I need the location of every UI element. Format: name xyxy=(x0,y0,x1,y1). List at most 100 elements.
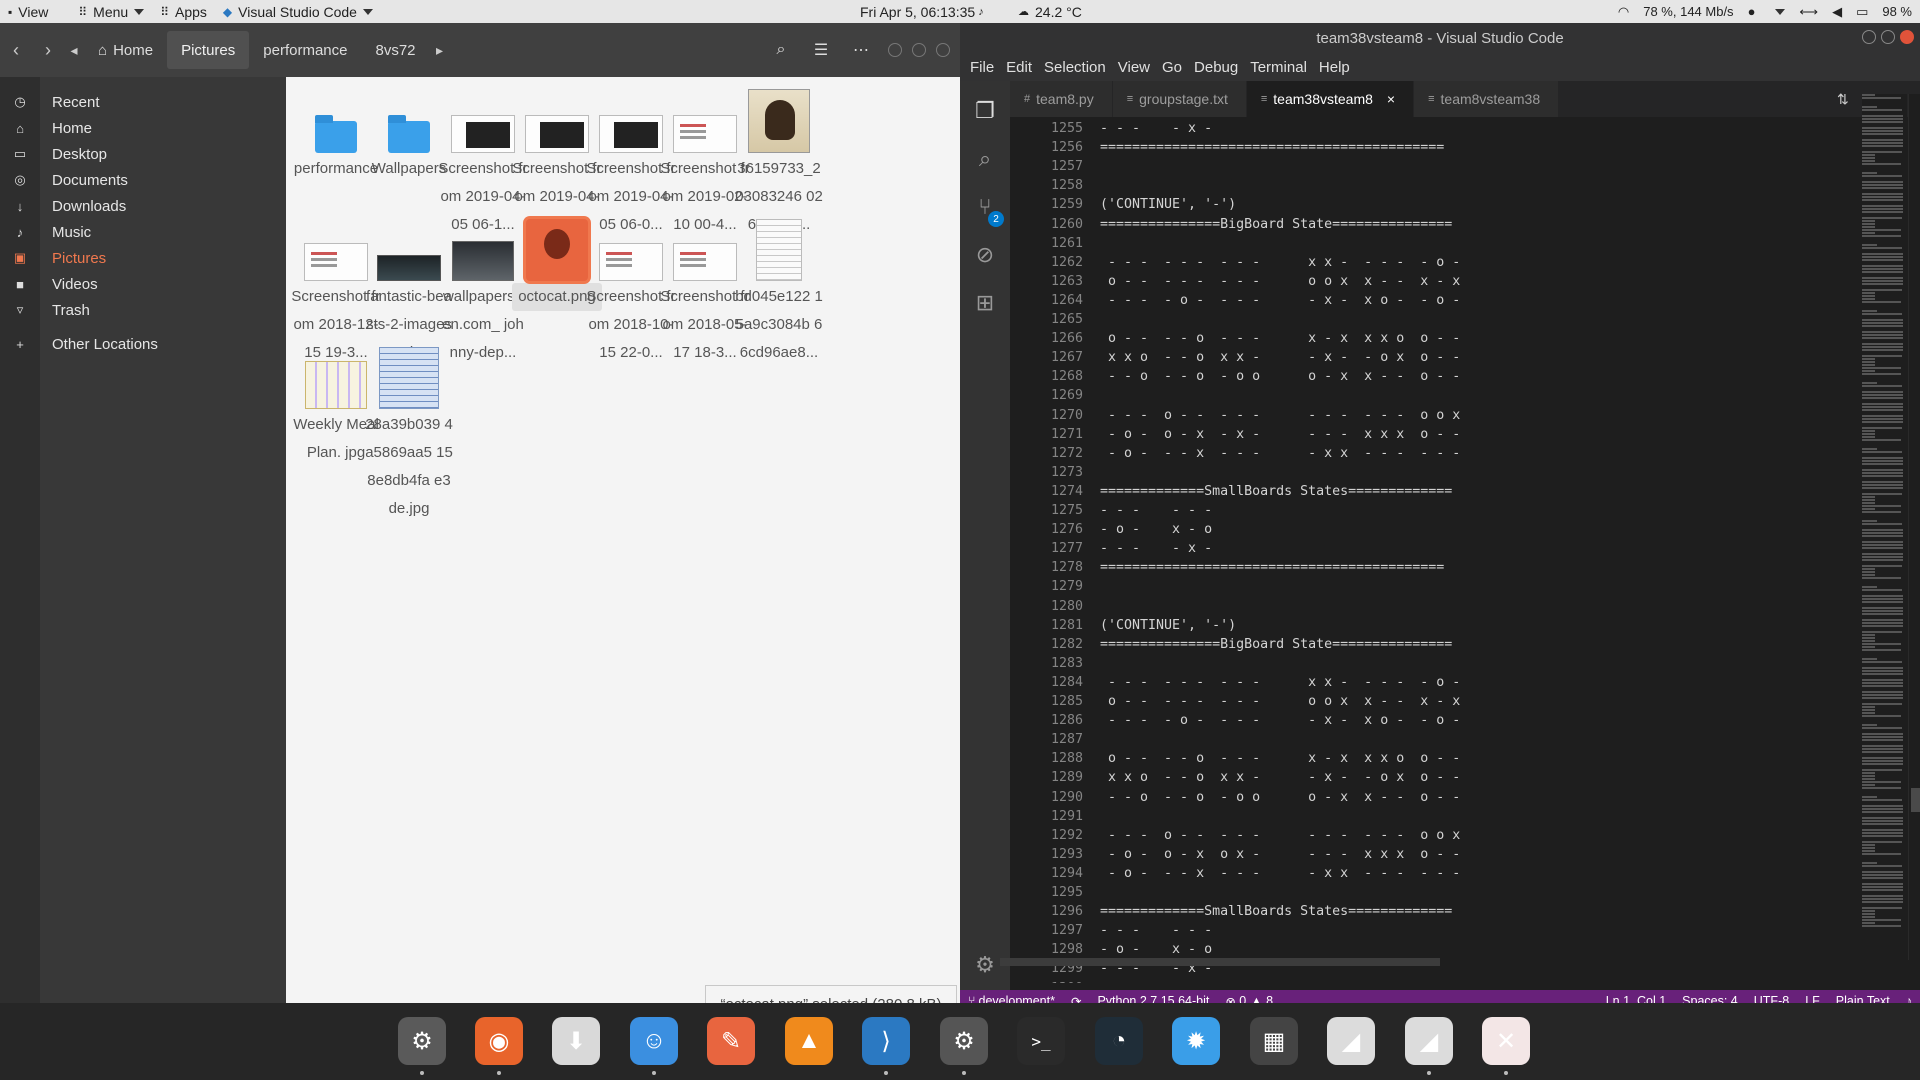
horizontal-scrollbar[interactable] xyxy=(1000,958,1440,966)
tab-groupstage-txt[interactable]: ≡ groupstage.txt xyxy=(1112,81,1247,117)
volume-icon[interactable]: ◀ xyxy=(1832,4,1842,20)
settings-gear-icon[interactable]: ⚙ xyxy=(940,1017,988,1065)
minimap-line xyxy=(1862,211,1903,213)
minimap-line xyxy=(1862,829,1903,831)
code-line: - o - o - x - x - - - - x x x o - - xyxy=(1100,427,1461,442)
gimp-icon[interactable]: ✎ xyxy=(707,1017,755,1065)
minimap-line xyxy=(1862,571,1875,573)
source-control-icon[interactable]: ⑂ 2 xyxy=(960,183,1010,231)
scrollbar-thumb[interactable] xyxy=(1911,788,1920,812)
code-line: - - - - o - - - - - x - x o - - o - xyxy=(1100,713,1461,728)
apps-button[interactable]: ⠿ Apps xyxy=(152,0,215,23)
sidebar-item-other-locations[interactable]: + Other Locations xyxy=(0,329,286,359)
more-icon[interactable]: ⋯ xyxy=(844,33,878,67)
file-item[interactable]: 28a39b039 4a5869aa5 158e8db4fa e3de.jpg xyxy=(364,339,454,523)
search-icon[interactable]: ⌕ xyxy=(764,33,798,67)
preferences-icon[interactable]: ✹ xyxy=(1172,1017,1220,1065)
minimap-line xyxy=(1862,154,1875,156)
chevron-down-icon xyxy=(134,8,145,15)
menu-go[interactable]: Go xyxy=(1156,59,1188,76)
crumb-left-icon[interactable]: ◂ xyxy=(64,23,84,77)
crumb-right-icon[interactable]: ▸ xyxy=(430,23,450,77)
tab-team8-py[interactable]: # team8.py xyxy=(1010,81,1113,117)
breadcrumb-pictures[interactable]: Pictures xyxy=(167,31,250,69)
sidebar-item-label: Music xyxy=(52,223,92,241)
minimap-line xyxy=(1862,625,1903,627)
sidebar-item-trash[interactable]: ▿ Trash xyxy=(0,295,286,325)
system-settings-icon[interactable]: ⚙ xyxy=(398,1017,446,1065)
minimap-line xyxy=(1862,115,1903,117)
breadcrumb-home[interactable]: ⌂ Home xyxy=(84,31,167,69)
menu-view[interactable]: View xyxy=(1112,59,1156,76)
list-view-icon[interactable]: ☰ xyxy=(804,33,838,67)
image-thumbnail xyxy=(304,243,368,281)
chevron-down-icon[interactable] xyxy=(1775,8,1786,15)
minimize-icon[interactable] xyxy=(888,43,902,57)
forward-icon[interactable]: › xyxy=(32,23,64,77)
code-line: ========================================… xyxy=(1100,979,1444,983)
compare-icon[interactable]: ⇅ xyxy=(1837,91,1849,108)
minimap-line xyxy=(1862,430,1875,432)
active-app-menu[interactable]: ◆ Visual Studio Code xyxy=(215,0,381,23)
extensions-icon[interactable]: ⊞ xyxy=(960,279,1010,327)
minimap-line xyxy=(1862,196,1903,198)
tab-team8vsteam38[interactable]: ≡ team8vsteam38 xyxy=(1414,81,1560,117)
menu-button[interactable]: ⠿ Menu xyxy=(70,0,152,23)
stacer-icon[interactable]: ◔ xyxy=(1095,1017,1143,1065)
breadcrumb-8vs72[interactable]: 8vs72 xyxy=(361,31,429,69)
text-editor[interactable]: 1255 - - - - x - 1256 =====================… xyxy=(1010,117,1868,983)
minimap[interactable] xyxy=(1862,94,1907,960)
line-number: 1266 xyxy=(1050,331,1083,346)
tab-label: team38vsteam8 xyxy=(1273,91,1373,107)
keyboard-icon[interactable]: ▦ xyxy=(1250,1017,1298,1065)
view-menu[interactable]: ▪ View xyxy=(0,0,56,23)
minimap-line xyxy=(1862,601,1903,603)
menu-file[interactable]: File xyxy=(964,59,1000,76)
minimap-line xyxy=(1862,844,1875,846)
wifi-icon[interactable]: ◠ xyxy=(1618,4,1629,20)
weather-indicator[interactable]: ☁ 24.2 °C xyxy=(1018,0,1082,23)
menu-edit[interactable]: Edit xyxy=(1000,59,1038,76)
debug-icon[interactable]: ⊘ xyxy=(960,231,1010,279)
vertical-scrollbar[interactable] xyxy=(1908,94,1920,960)
firefox-icon[interactable]: ◉ xyxy=(475,1017,523,1065)
minimap-line xyxy=(1862,325,1903,327)
search-icon[interactable]: ⌕ xyxy=(960,135,1010,183)
menu-selection[interactable]: Selection xyxy=(1038,59,1112,76)
maximize-icon[interactable] xyxy=(912,43,926,57)
minimap-line xyxy=(1862,298,1875,300)
minimize-icon[interactable] xyxy=(1862,30,1876,44)
xtool-icon[interactable]: ✕ xyxy=(1482,1017,1530,1065)
terminal-icon[interactable]: >_ xyxy=(1017,1017,1065,1065)
minimap-line xyxy=(1862,229,1901,231)
maximize-icon[interactable] xyxy=(1881,30,1895,44)
minimap-line xyxy=(1862,877,1903,879)
plus-icon: + xyxy=(16,336,24,352)
menu-debug[interactable]: Debug xyxy=(1188,59,1244,76)
installer-icon[interactable]: ⬇ xyxy=(552,1017,600,1065)
line-number: 1293 xyxy=(1050,847,1083,862)
connection-icon[interactable]: ⟷ xyxy=(1799,4,1818,20)
file-item[interactable]: bd045e122 15a9c3084b 66cd96ae8... xyxy=(734,211,824,367)
vscode-icon[interactable]: ⟩ xyxy=(862,1017,910,1065)
tab-team38vsteam8[interactable]: ≡ team38vsteam8 × xyxy=(1246,81,1415,117)
back-icon[interactable]: ‹ xyxy=(0,23,32,77)
close-icon[interactable] xyxy=(1900,30,1914,44)
close-tab-icon[interactable]: × xyxy=(1387,91,1395,107)
menu-help[interactable]: Help xyxy=(1313,59,1356,76)
breadcrumb-label: Pictures xyxy=(181,41,236,59)
finder-icon[interactable]: ☺ xyxy=(630,1017,678,1065)
minimap-line xyxy=(1862,748,1903,750)
clock[interactable]: Fri Apr 5, 06:13:35 ♪ xyxy=(860,0,984,23)
drop-icon[interactable]: ● xyxy=(1748,4,1756,19)
breadcrumb-performance[interactable]: performance xyxy=(249,31,361,69)
vlc-icon[interactable]: ▲ xyxy=(785,1017,833,1065)
menu-terminal[interactable]: Terminal xyxy=(1244,59,1313,76)
minimap-line xyxy=(1862,736,1903,738)
explorer-icon[interactable]: ❐ xyxy=(960,87,1010,135)
line-number: 1298 xyxy=(1050,942,1083,957)
battery-icon[interactable]: ▭ xyxy=(1856,4,1868,20)
file-manager-2-icon[interactable]: ◢ xyxy=(1405,1017,1453,1065)
close-icon[interactable] xyxy=(936,43,950,57)
file-manager-icon[interactable]: ◢ xyxy=(1327,1017,1375,1065)
